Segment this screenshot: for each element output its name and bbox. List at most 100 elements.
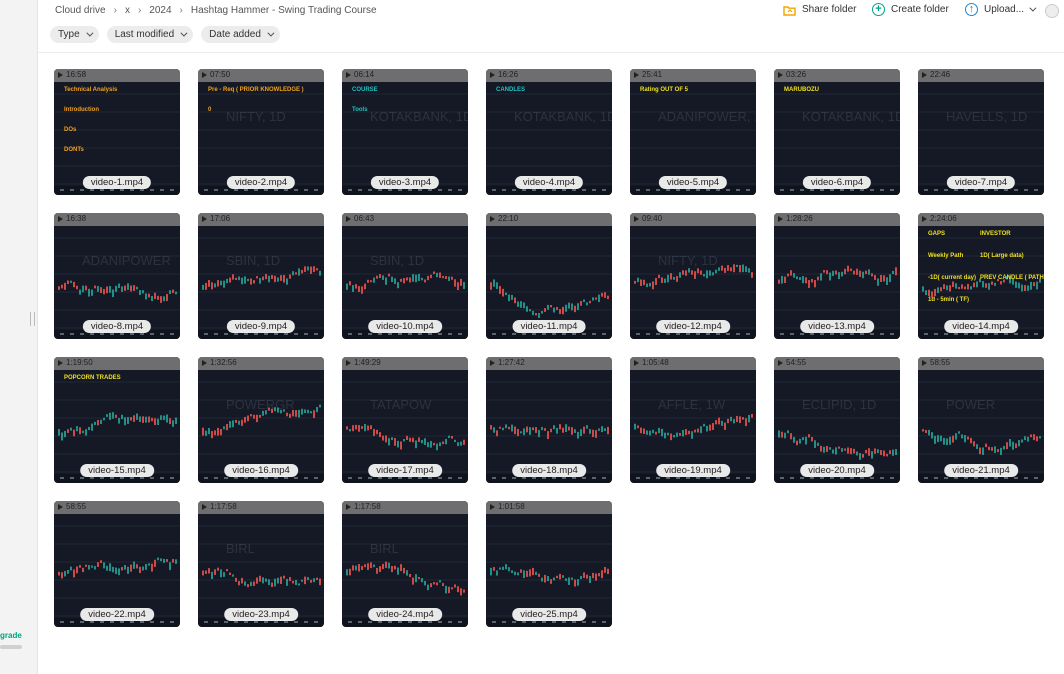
file-name-label: video-19.mp4 — [656, 464, 730, 477]
sidebar-resize-handle[interactable] — [30, 312, 35, 326]
upgrade-link[interactable]: grade — [0, 631, 22, 640]
chevron-right-icon: › — [113, 5, 117, 16]
play-icon — [202, 215, 207, 222]
breadcrumb-2024[interactable]: 2024 — [149, 5, 171, 16]
left-sidebar: grade — [0, 0, 38, 674]
video-duration: 1:05:48 — [634, 358, 669, 367]
create-folder-button[interactable]: + Create folder — [872, 3, 949, 16]
video-card[interactable]: BIRL 1:17:58 video-23.mp4 — [198, 501, 324, 627]
video-card[interactable]: NIFTY, 1D Pre - Req ( PRIOR KNOWLEDGE ) 0 0… — [198, 69, 324, 195]
video-duration: 03:26 — [778, 70, 806, 79]
file-name-label: video-16.mp4 — [224, 464, 298, 477]
video-card[interactable]: GAPS INVESTOR Weekly Path 1D( Large data) -1… — [918, 213, 1044, 339]
breadcrumb: Cloud drive › x › 2024 › Hashtag Hammer … — [55, 5, 377, 16]
file-name-label: video-1.mp4 — [82, 176, 152, 189]
video-card[interactable]: 58:55 video-22.mp4 — [54, 501, 180, 627]
file-name-label: video-21.mp4 — [944, 464, 1018, 477]
share-folder-button[interactable]: Share folder — [783, 4, 856, 16]
duration-text: 16:58 — [66, 70, 87, 79]
duration-strip: 1:17:58 — [198, 501, 324, 514]
video-card[interactable]: 1:01:58 video-25.mp4 — [486, 501, 612, 627]
video-card[interactable]: HAVELLS, 1D 22:46 video-7.mp4 — [918, 69, 1044, 195]
video-card[interactable]: TATAPOW 1:49:29 video-17.mp4 — [342, 357, 468, 483]
thumbnail-overlay-text: DONTs — [64, 147, 84, 153]
duration-text: 1:32:56 — [210, 358, 237, 367]
create-folder-label: Create folder — [891, 4, 949, 15]
video-card[interactable]: NIFTY, 1D 09:40 video-12.mp4 — [630, 213, 756, 339]
video-card[interactable]: KOTAKBANK, 1D CANDLES 16:26 video-4.mp4 — [486, 69, 612, 195]
thumbnail-ticker-watermark: ECLIPID, 1D — [802, 397, 877, 412]
video-card[interactable]: ADANIPOWER 16:38 video-8.mp4 — [54, 213, 180, 339]
file-name-label: video-8.mp4 — [82, 320, 152, 333]
play-icon — [202, 503, 207, 510]
duration-text: 17:06 — [210, 214, 231, 223]
video-card[interactable]: ADANIPOWER, 1D Rating OUT OF 5 25:41 video-… — [630, 69, 756, 195]
thumbnail-overlay-text: Weekly Path — [928, 253, 964, 259]
video-card[interactable]: SBIN, 1D 06:43 video-10.mp4 — [342, 213, 468, 339]
video-duration: 09:40 — [634, 214, 662, 223]
play-icon — [490, 71, 495, 78]
more-options-icon[interactable] — [1045, 4, 1059, 18]
video-card[interactable]: POWERGR 1:32:56 video-16.mp4 — [198, 357, 324, 483]
video-card[interactable]: KOTAKBANK, 1D MARUBOZU 03:26 video-6.mp4 — [774, 69, 900, 195]
thumbnail-ticker-watermark: HAVELLS, 1D — [946, 109, 1028, 124]
duration-strip: 22:10 — [486, 213, 612, 226]
duration-text: 58:55 — [66, 502, 87, 511]
filter-last-modified-dropdown[interactable]: Last modified — [106, 26, 194, 43]
duration-strip: 06:43 — [342, 213, 468, 226]
play-icon — [58, 503, 63, 510]
chevron-right-icon: › — [137, 5, 142, 16]
duration-strip: 1:32:56 — [198, 357, 324, 370]
video-card[interactable]: AFFLE, 1W 1:05:48 video-19.mp4 — [630, 357, 756, 483]
thumbnail-ticker-watermark: ADANIPOWER — [82, 253, 171, 268]
play-icon — [202, 359, 207, 366]
video-card[interactable]: Technical Analysis Introduction DOs DONTs 16… — [54, 69, 180, 195]
play-icon — [346, 503, 351, 510]
play-icon — [922, 215, 927, 222]
file-name-label: video-13.mp4 — [800, 320, 874, 333]
video-card[interactable]: ECLIPID, 1D 54:55 video-20.mp4 — [774, 357, 900, 483]
duration-strip: 2:24:06 — [918, 213, 1044, 226]
duration-strip: 22:46 — [918, 69, 1044, 82]
video-card[interactable]: BIRL 1:17:58 video-24.mp4 — [342, 501, 468, 627]
play-icon — [778, 71, 783, 78]
thumbnail-ticker-watermark: KOTAKBANK, 1D — [802, 109, 900, 124]
duration-text: 06:14 — [354, 70, 375, 79]
video-duration: 1:27:42 — [490, 358, 525, 367]
breadcrumb-x[interactable]: x — [125, 5, 130, 16]
thumbnail-ticker-watermark: NIFTY, 1D — [658, 253, 718, 268]
filter-type-dropdown[interactable]: Type — [50, 26, 99, 43]
thumbnail-ticker-watermark: POWER — [946, 397, 996, 412]
breadcrumb-cloud-drive[interactable]: Cloud drive — [55, 5, 106, 16]
duration-strip: 1:17:58 — [342, 501, 468, 514]
filter-date-added-dropdown[interactable]: Date added — [201, 26, 280, 43]
video-duration: 16:38 — [58, 214, 86, 223]
play-icon — [490, 503, 495, 510]
video-card[interactable]: KOTAKBANK, 1D COURSE Tools 06:14 video-3.mp4 — [342, 69, 468, 195]
file-name-label: video-2.mp4 — [226, 176, 296, 189]
chevron-down-icon — [180, 29, 188, 37]
video-duration: 1:32:56 — [202, 358, 237, 367]
play-icon — [346, 71, 351, 78]
thumbnail-overlay-text: POPCORN TRADES — [64, 375, 121, 381]
chevron-down-icon — [86, 29, 94, 37]
video-card[interactable]: POWER 58:55 video-21.mp4 — [918, 357, 1044, 483]
thumbnail-ticker-watermark: TATAPOW — [370, 397, 432, 412]
upload-icon: ↑ — [965, 3, 978, 16]
video-duration: 58:55 — [58, 502, 86, 511]
upload-button[interactable]: ↑ Upload... — [965, 3, 1037, 16]
file-name-label: video-20.mp4 — [800, 464, 874, 477]
duration-text: 2:24:06 — [930, 214, 957, 223]
video-card[interactable]: 1:27:42 video-18.mp4 — [486, 357, 612, 483]
filter-label: Date added — [209, 29, 261, 40]
video-card[interactable]: 1:28:26 video-13.mp4 — [774, 213, 900, 339]
file-name-label: video-18.mp4 — [512, 464, 586, 477]
video-card[interactable]: SBIN, 1D 17:06 video-9.mp4 — [198, 213, 324, 339]
video-duration: 06:43 — [346, 214, 374, 223]
play-icon — [922, 359, 927, 366]
duration-text: 22:46 — [930, 70, 951, 79]
video-duration: 22:46 — [922, 70, 950, 79]
video-card[interactable]: 22:10 video-11.mp4 — [486, 213, 612, 339]
thumbnail-ticker-watermark: AFFLE, 1W — [658, 397, 726, 412]
video-card[interactable]: POPCORN TRADES 1:19:50 video-15.mp4 — [54, 357, 180, 483]
